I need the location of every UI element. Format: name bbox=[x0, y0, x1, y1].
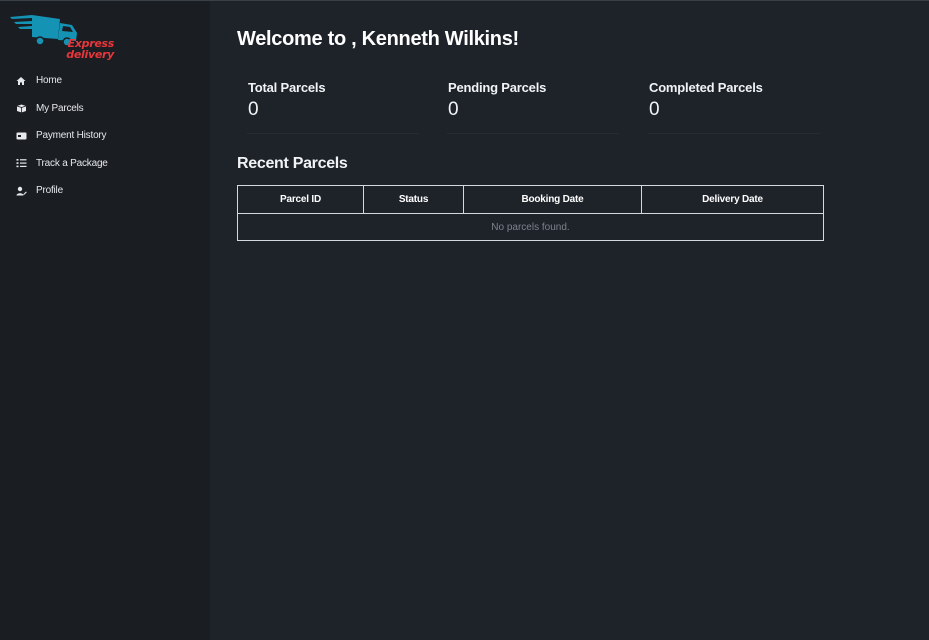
sidebar-nav: Home My Parcels Payment History Track a … bbox=[0, 67, 210, 205]
sidebar: Express delivery Home My Parcels Payment… bbox=[0, 1, 210, 640]
sidebar-item-label: My Parcels bbox=[36, 102, 84, 114]
stat-value: 0 bbox=[448, 99, 459, 120]
brand-logo[interactable]: Express delivery bbox=[10, 13, 114, 65]
stat-card-pending: Pending Parcels 0 bbox=[447, 79, 619, 134]
recent-parcels-table: Parcel ID Status Booking Date Delivery D… bbox=[237, 185, 824, 241]
stat-value: 0 bbox=[649, 99, 660, 120]
page-title: Welcome to , Kenneth Wilkins! bbox=[237, 28, 519, 50]
stat-value: 0 bbox=[248, 99, 259, 120]
stat-label: Completed Parcels bbox=[649, 80, 763, 95]
table-row: No parcels found. bbox=[237, 213, 824, 241]
sidebar-item-label: Payment History bbox=[36, 130, 107, 142]
stat-label: Pending Parcels bbox=[448, 80, 547, 95]
column-header-parcel-id: Parcel ID bbox=[237, 185, 364, 214]
stat-card-total: Total Parcels 0 bbox=[247, 79, 419, 134]
parcels-icon bbox=[15, 102, 27, 114]
sidebar-item-track-package[interactable]: Track a Package bbox=[0, 150, 210, 178]
stat-card-completed: Completed Parcels 0 bbox=[648, 79, 820, 134]
sidebar-item-payment-history[interactable]: Payment History bbox=[0, 122, 210, 150]
sidebar-item-label: Track a Package bbox=[36, 157, 108, 169]
recent-parcels-title: Recent Parcels bbox=[237, 155, 348, 172]
home-icon bbox=[15, 75, 27, 87]
sidebar-item-label: Profile bbox=[36, 185, 63, 197]
brand-name: Express delivery bbox=[54, 38, 114, 60]
stat-label: Total Parcels bbox=[248, 80, 326, 95]
sidebar-item-my-parcels[interactable]: My Parcels bbox=[0, 95, 210, 123]
column-header-status: Status bbox=[363, 185, 464, 214]
sidebar-item-home[interactable]: Home bbox=[0, 67, 210, 95]
column-header-booking-date: Booking Date bbox=[463, 185, 642, 214]
payment-icon bbox=[15, 130, 27, 142]
empty-message: No parcels found. bbox=[237, 213, 824, 241]
table-header-row: Parcel ID Status Booking Date Delivery D… bbox=[237, 185, 824, 214]
main-content: Welcome to , Kenneth Wilkins! Total Parc… bbox=[210, 1, 929, 640]
user-edit-icon bbox=[15, 185, 27, 197]
sidebar-item-profile[interactable]: Profile bbox=[0, 177, 210, 205]
sidebar-item-label: Home bbox=[36, 75, 62, 87]
brand-line-2: delivery bbox=[66, 48, 114, 61]
column-header-delivery-date: Delivery Date bbox=[641, 185, 824, 214]
track-list-icon bbox=[15, 157, 27, 169]
